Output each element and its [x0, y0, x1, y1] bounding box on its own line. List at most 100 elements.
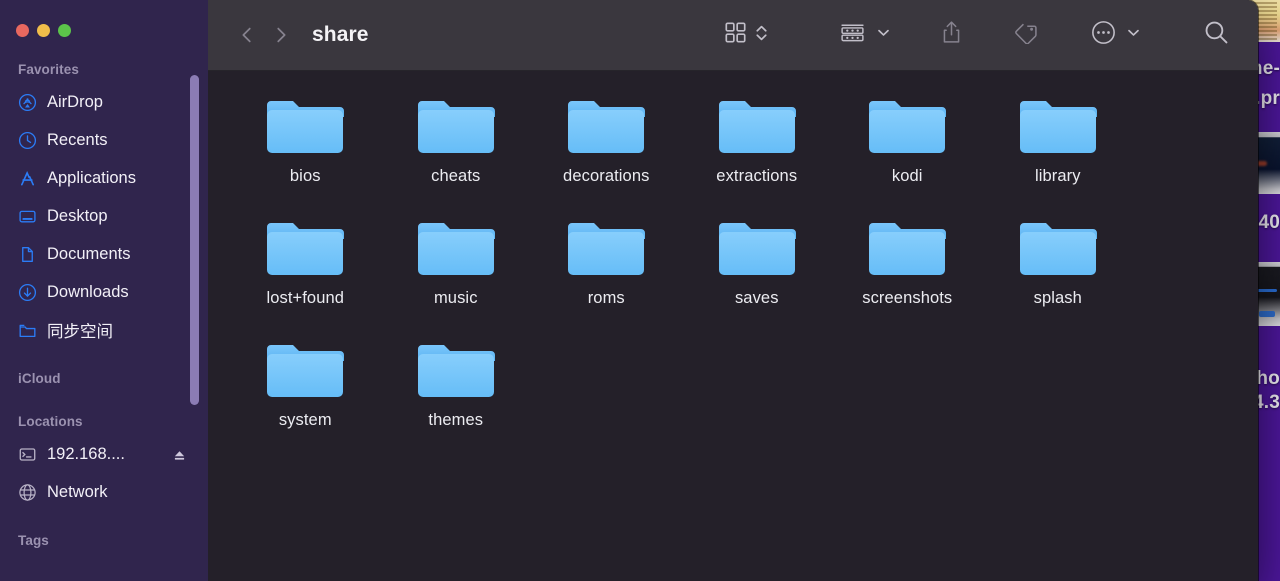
- folder-label: roms: [588, 289, 625, 308]
- download-icon: [18, 283, 37, 302]
- sidebar-item-label: 同步空间: [47, 318, 113, 342]
- folder-label: bios: [290, 167, 321, 186]
- folder-icon: [1017, 215, 1099, 279]
- sidebar-item-label: Recents: [47, 131, 108, 150]
- minimize-button[interactable]: [37, 24, 50, 37]
- sidebar-item-documents[interactable]: Documents: [0, 235, 208, 273]
- folder-label: themes: [428, 411, 483, 430]
- folder-icon: [716, 215, 798, 279]
- folder-label: decorations: [563, 167, 649, 186]
- sidebar-item-label: Applications: [47, 169, 136, 188]
- file-row: bios cheats: [230, 89, 1258, 186]
- toolbar: share: [208, 0, 1258, 71]
- folder-label: kodi: [892, 167, 923, 186]
- content-pane: share: [208, 0, 1258, 581]
- sidebar-item-label: Network: [47, 483, 108, 502]
- folder-item-themes[interactable]: themes: [381, 333, 532, 430]
- desktop-icon: [18, 207, 37, 226]
- folder-label: saves: [735, 289, 779, 308]
- finder-window: Favorites AirDrop Recents: [0, 0, 1258, 581]
- sidebar-item-label: Documents: [47, 245, 130, 264]
- ellipsis-circle-icon[interactable]: [1091, 20, 1116, 50]
- folder-label: system: [279, 411, 332, 430]
- folder-icon: [18, 321, 37, 340]
- folder-item-saves[interactable]: saves: [682, 211, 833, 308]
- eject-icon[interactable]: [173, 448, 186, 461]
- folder-icon: [264, 215, 346, 279]
- server-icon: [18, 445, 37, 464]
- folder-icon: [565, 93, 647, 157]
- folder-item-bios[interactable]: bios: [230, 89, 381, 186]
- folder-item-music[interactable]: music: [381, 211, 532, 308]
- folder-item-library[interactable]: library: [983, 89, 1134, 186]
- folder-label: lost+found: [266, 289, 344, 308]
- folder-item-splash[interactable]: splash: [983, 211, 1134, 308]
- group-by-icon[interactable]: [839, 21, 866, 49]
- file-row: lost+found music: [230, 211, 1258, 308]
- sidebar-header-locations: Locations: [0, 392, 208, 435]
- sidebar-item-label: Desktop: [47, 207, 108, 226]
- folder-item-screenshots[interactable]: screenshots: [832, 211, 983, 308]
- folder-icon: [415, 215, 497, 279]
- folder-item-extractions[interactable]: extractions: [682, 89, 833, 186]
- grid-view-icon[interactable]: [724, 21, 747, 49]
- sidebar-item-applications[interactable]: Applications: [0, 159, 208, 197]
- file-grid: bios cheats: [208, 71, 1258, 581]
- folder-icon: [415, 93, 497, 157]
- sidebar-item-server[interactable]: 192.168....: [0, 435, 208, 473]
- desktop-text-2: .pr: [1255, 88, 1280, 110]
- close-button[interactable]: [16, 24, 29, 37]
- folder-icon: [264, 337, 346, 401]
- folder-label: screenshots: [862, 289, 952, 308]
- sidebar-item-airdrop[interactable]: AirDrop: [0, 83, 208, 121]
- chevron-down-icon[interactable]: [876, 25, 891, 45]
- document-icon: [18, 245, 37, 264]
- folder-icon: [415, 337, 497, 401]
- folder-label: extractions: [716, 167, 797, 186]
- sidebar-item-network[interactable]: Network: [0, 473, 208, 511]
- window-controls: [0, 8, 208, 54]
- folder-icon: [1017, 93, 1099, 157]
- file-row: system themes: [230, 333, 1258, 430]
- folder-icon: [264, 93, 346, 157]
- folder-label: splash: [1034, 289, 1082, 308]
- sidebar-item-label: Downloads: [47, 283, 129, 302]
- sidebar-item-desktop[interactable]: Desktop: [0, 197, 208, 235]
- folder-label: library: [1035, 167, 1081, 186]
- folder-label: cheats: [431, 167, 480, 186]
- folder-item-lost-found[interactable]: lost+found: [230, 211, 381, 308]
- sidebar-header-tags: Tags: [0, 511, 208, 554]
- folder-item-decorations[interactable]: decorations: [531, 89, 682, 186]
- share-icon[interactable]: [941, 20, 962, 50]
- airdrop-icon: [18, 93, 37, 112]
- sidebar-item-recents[interactable]: Recents: [0, 121, 208, 159]
- applications-icon: [18, 169, 37, 188]
- folder-item-system[interactable]: system: [230, 333, 381, 430]
- folder-item-cheats[interactable]: cheats: [381, 89, 532, 186]
- sidebar-item-label: AirDrop: [47, 93, 103, 112]
- folder-label: music: [434, 289, 478, 308]
- folder-icon: [866, 215, 948, 279]
- chevron-down-icon[interactable]: [1126, 25, 1141, 45]
- chevron-up-down-icon[interactable]: [754, 22, 769, 49]
- sidebar-scrollbar[interactable]: [190, 75, 199, 405]
- folder-icon: [716, 93, 798, 157]
- folder-item-roms[interactable]: roms: [531, 211, 682, 308]
- maximize-button[interactable]: [58, 24, 71, 37]
- sidebar-header-icloud: iCloud: [0, 349, 208, 392]
- clock-icon: [18, 131, 37, 150]
- folder-item-kodi[interactable]: kodi: [832, 89, 983, 186]
- folder-icon: [565, 215, 647, 279]
- sidebar-item-label: 192.168....: [47, 445, 125, 464]
- forward-button[interactable]: [264, 24, 298, 46]
- folder-icon: [866, 93, 948, 157]
- back-button[interactable]: [230, 24, 264, 46]
- page-title: share: [312, 23, 369, 47]
- search-icon[interactable]: [1203, 19, 1230, 51]
- sidebar: Favorites AirDrop Recents: [0, 0, 208, 581]
- sidebar-header-favorites: Favorites: [0, 54, 208, 83]
- sidebar-item-sync-space[interactable]: 同步空间: [0, 311, 208, 349]
- globe-icon: [18, 483, 37, 502]
- sidebar-item-downloads[interactable]: Downloads: [0, 273, 208, 311]
- tag-icon[interactable]: [1014, 22, 1039, 49]
